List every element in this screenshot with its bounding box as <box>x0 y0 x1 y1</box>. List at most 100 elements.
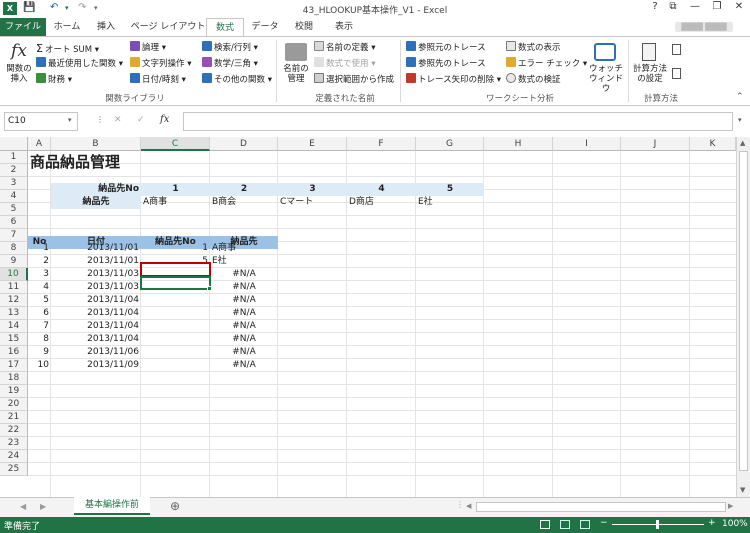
tab-view[interactable]: 表示 <box>327 18 361 36</box>
row-header-14[interactable]: 14 <box>0 320 28 333</box>
expand-formula-bar-icon[interactable]: ▾ <box>738 116 742 124</box>
row-header-18[interactable]: 18 <box>0 372 28 385</box>
remove-arrows-button[interactable]: トレース矢印の削除 ▾ <box>406 73 501 88</box>
active-cell-c10[interactable] <box>140 276 211 290</box>
cell-d10[interactable]: #N/A <box>210 268 278 281</box>
column-header-i[interactable]: I <box>553 137 621 151</box>
cell-a17[interactable]: 10 <box>28 359 51 372</box>
row-header-9[interactable]: 9 <box>0 255 28 268</box>
column-header-j[interactable]: J <box>621 137 690 151</box>
cell-b8[interactable]: 2013/11/01 <box>51 242 141 255</box>
cell-a12[interactable]: 5 <box>28 294 51 307</box>
row-header-6[interactable]: 6 <box>0 216 28 229</box>
sheet-tab-active[interactable]: 基本編操作前 <box>74 497 150 515</box>
autosum-button[interactable]: Σ オート SUM ▾ <box>36 41 99 56</box>
row-header-24[interactable]: 24 <box>0 450 28 463</box>
calc-now-icon[interactable] <box>672 44 681 55</box>
cell-e3[interactable]: 3 <box>278 183 347 196</box>
tab-home[interactable]: ホーム <box>50 18 84 36</box>
cell-c16[interactable] <box>141 346 210 359</box>
cell-a9[interactable]: 2 <box>28 255 51 268</box>
create-from-selection-button[interactable]: 選択範囲から作成 <box>314 73 394 88</box>
name-box[interactable]: C10 <box>4 112 78 131</box>
sheet-title[interactable]: 商品納品管理 <box>28 152 122 172</box>
row-header-7[interactable]: 7 <box>0 229 28 242</box>
tab-file[interactable]: ファイル <box>0 18 46 36</box>
column-header-c[interactable]: C <box>141 137 210 151</box>
page-break-view-icon[interactable] <box>580 520 590 529</box>
tab-insert[interactable]: 挿入 <box>90 18 122 36</box>
cell-a14[interactable]: 7 <box>28 320 51 333</box>
trace-dependents-button[interactable]: 参照先のトレース <box>406 57 486 72</box>
cell-e4[interactable]: Cマート <box>278 196 315 209</box>
column-header-k[interactable]: K <box>690 137 736 151</box>
lookup-button[interactable]: 検索/行列 ▾ <box>202 41 258 56</box>
column-header-b[interactable]: B <box>51 137 141 151</box>
cell-a8[interactable]: 1 <box>28 242 51 255</box>
cell-a15[interactable]: 8 <box>28 333 51 346</box>
zoom-level[interactable]: 100% <box>722 519 748 529</box>
select-all-button[interactable] <box>0 137 28 151</box>
maximize-button[interactable]: ❐ <box>708 1 726 17</box>
row-header-17[interactable]: 17 <box>0 359 28 372</box>
datetime-button[interactable]: 日付/時刻 ▾ <box>130 73 186 88</box>
close-button[interactable]: ✕ <box>730 1 748 17</box>
cell-b17[interactable]: 2013/11/09 <box>51 359 141 372</box>
formula-input[interactable] <box>183 112 733 131</box>
confirm-entry-icon[interactable]: ✓ <box>137 115 145 125</box>
row-header-8[interactable]: 8 <box>0 242 28 255</box>
scroll-thumb[interactable] <box>739 151 748 471</box>
cell-a11[interactable]: 4 <box>28 281 51 294</box>
row-header-20[interactable]: 20 <box>0 398 28 411</box>
fill-handle[interactable] <box>207 286 212 291</box>
cell-c15[interactable] <box>141 333 210 346</box>
cell-b13[interactable]: 2013/11/04 <box>51 307 141 320</box>
scroll-down-icon[interactable]: ▼ <box>740 486 745 494</box>
new-sheet-icon[interactable]: ⊕ <box>170 499 180 513</box>
cancel-entry-icon[interactable]: ✕ <box>114 115 122 125</box>
watch-window-icon[interactable] <box>594 43 616 61</box>
show-formulas-button[interactable]: 数式の表示 <box>506 41 561 56</box>
help-button[interactable]: ? <box>646 1 664 17</box>
minimize-button[interactable]: — <box>686 1 704 17</box>
cell-d3[interactable]: 2 <box>210 183 278 196</box>
fx-icon[interactable]: fx <box>160 114 169 125</box>
cell-f4[interactable]: D商店 <box>347 196 376 209</box>
horizontal-scrollbar[interactable] <box>476 502 726 512</box>
row-header-1[interactable]: 1 <box>0 151 28 164</box>
tab-review[interactable]: 校閲 <box>287 18 321 36</box>
tab-data[interactable]: データ <box>248 18 282 36</box>
tab-splitter-icon[interactable]: ⋮ <box>456 500 464 509</box>
column-header-f[interactable]: F <box>347 137 416 151</box>
tab-page-layout[interactable]: ページ レイアウト <box>130 18 206 36</box>
row-header-15[interactable]: 15 <box>0 333 28 346</box>
cell-d16[interactable]: #N/A <box>210 346 278 359</box>
row-header-16[interactable]: 16 <box>0 346 28 359</box>
next-sheet-icon[interactable]: ▶ <box>40 502 46 511</box>
ribbon-display-button[interactable]: ⧉ <box>664 1 682 17</box>
cell-f3[interactable]: 4 <box>347 183 416 196</box>
row-header-25[interactable]: 25 <box>0 463 28 476</box>
insert-function-button[interactable]: 関数の 挿入 <box>4 64 34 86</box>
column-header-g[interactable]: G <box>416 137 484 151</box>
scroll-up-icon[interactable]: ▲ <box>740 139 745 147</box>
column-header-d[interactable]: D <box>210 137 278 151</box>
cell-b14[interactable]: 2013/11/04 <box>51 320 141 333</box>
zoom-slider-thumb[interactable] <box>656 520 659 529</box>
cell-a13[interactable]: 6 <box>28 307 51 320</box>
cell-d13[interactable]: #N/A <box>210 307 278 320</box>
watch-window-button[interactable]: ウォッチ ウィンドウ <box>588 64 624 94</box>
logical-button[interactable]: 論理 ▾ <box>130 41 166 56</box>
cell-g3[interactable]: 5 <box>416 183 484 196</box>
column-header-e[interactable]: E <box>278 137 347 151</box>
column-header-a[interactable]: A <box>28 137 51 151</box>
cell-c3[interactable]: 1 <box>141 183 210 196</box>
cell-b11[interactable]: 2013/11/03 <box>51 281 141 294</box>
row-header-3[interactable]: 3 <box>0 177 28 190</box>
cell-d9[interactable]: E社 <box>210 255 330 268</box>
user-account[interactable]: ████ ████ <box>675 22 733 32</box>
collapse-ribbon-icon[interactable]: ⌃ <box>736 92 744 102</box>
row-header-22[interactable]: 22 <box>0 424 28 437</box>
row-header-4[interactable]: 4 <box>0 190 28 203</box>
vertical-scrollbar[interactable]: ▲ ▼ <box>736 137 750 497</box>
